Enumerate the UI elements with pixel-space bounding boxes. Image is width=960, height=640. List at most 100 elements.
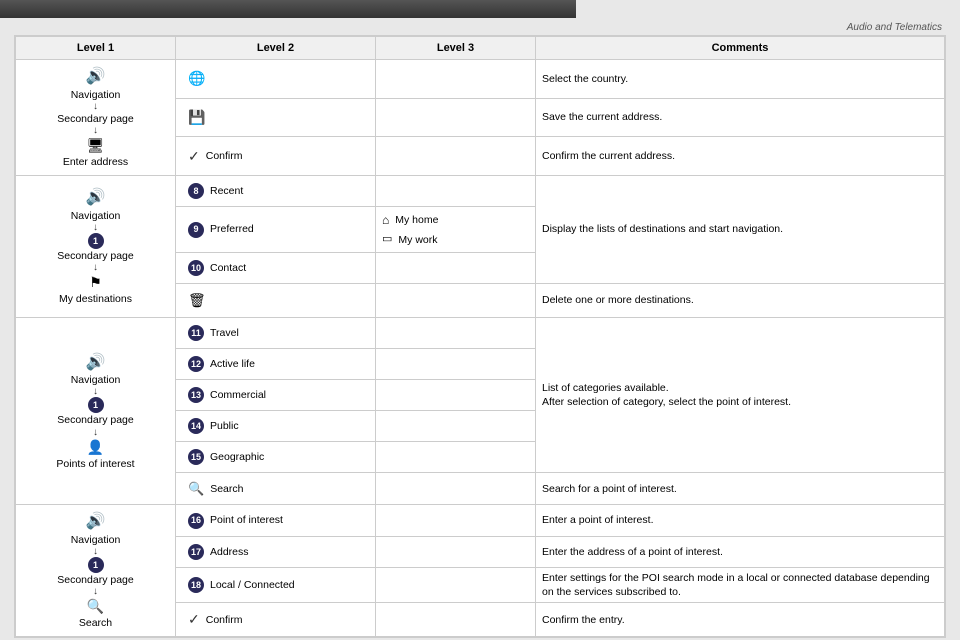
nav-label-3: Navigation bbox=[71, 373, 121, 387]
search-loop-icon: 🔍 bbox=[188, 480, 204, 498]
level2-address-search: 17 Address bbox=[176, 536, 376, 567]
level2-trash: 🗑 bbox=[176, 284, 376, 318]
comment-confirm-addr: Confirm the current address. bbox=[536, 137, 945, 176]
comment-address-enter: Enter the address of a point of interest… bbox=[536, 536, 945, 567]
level2-confirm-1: ✓ Confirm bbox=[176, 137, 376, 176]
secondary-label-1: Secondary page bbox=[57, 112, 133, 126]
arrow-icon-2: ↓ bbox=[93, 126, 98, 136]
level2-public: 14 Public bbox=[176, 410, 376, 441]
badge-12: 12 bbox=[188, 356, 204, 372]
badge-16: 16 bbox=[188, 513, 204, 529]
comment-delete: Delete one or more destinations. bbox=[536, 284, 945, 318]
level3-empty-13 bbox=[376, 505, 536, 536]
level2-travel: 11 Travel bbox=[176, 317, 376, 348]
nav-icon-2: 🔊 bbox=[86, 187, 106, 209]
arrow-icon-5: ↓ bbox=[93, 387, 98, 397]
level3-empty-1 bbox=[376, 60, 536, 99]
level3-empty-7 bbox=[376, 317, 536, 348]
table-row: 🔊 Navigation ↓ 1 Secondary page ↓ 👤 Poin… bbox=[16, 317, 945, 348]
arrow-icon-6: ↓ bbox=[93, 428, 98, 438]
confirm-check-icon-2: ✓ bbox=[188, 610, 200, 629]
nav-icon-1: 🔊 bbox=[86, 66, 106, 88]
badge-icon-2: 1 bbox=[88, 233, 104, 249]
comment-categories: List of categories available.After selec… bbox=[536, 317, 945, 472]
level2-geographic: 15 Geographic bbox=[176, 441, 376, 472]
level3-myhome: ⌂ My home bbox=[382, 210, 529, 230]
preferred-label: Preferred bbox=[210, 222, 254, 236]
nav-label-2: Navigation bbox=[71, 209, 121, 223]
badge-18: 18 bbox=[188, 577, 204, 593]
level3-empty-6 bbox=[376, 284, 536, 318]
level2-search-poi: 🔍 Search bbox=[176, 472, 376, 505]
arrow-icon-8: ↓ bbox=[93, 587, 98, 597]
arrow-icon-4: ↓ bbox=[93, 263, 98, 273]
home-icon: ⌂ bbox=[382, 212, 389, 228]
badge-icon-3: 1 bbox=[88, 397, 104, 413]
geographic-label: Geographic bbox=[210, 450, 264, 464]
contact-label: Contact bbox=[210, 261, 246, 275]
confirm-label-1: Confirm bbox=[206, 149, 243, 163]
level1-nav-search: 🔊 Navigation ↓ 1 Secondary page ↓ 🔍 Sear… bbox=[20, 511, 171, 630]
myhome-label: My home bbox=[395, 213, 438, 227]
comment-confirm-entry: Confirm the entry. bbox=[536, 603, 945, 637]
level2-country: 🌐 bbox=[176, 60, 376, 99]
recent-label: Recent bbox=[210, 184, 243, 198]
table-row: 🔊 Navigation ↓ 1 Secondary page ↓ ⚑ My d… bbox=[16, 176, 945, 207]
local-connected-label: Local / Connected bbox=[210, 578, 295, 592]
save-icon: 💾 bbox=[188, 108, 205, 127]
badge-14: 14 bbox=[188, 418, 204, 434]
level2-save: 💾 bbox=[176, 98, 376, 137]
level1-nav-poi: 🔊 Navigation ↓ 1 Secondary page ↓ 👤 Poin… bbox=[20, 352, 171, 471]
commercial-label: Commercial bbox=[210, 388, 266, 402]
level3-empty-11 bbox=[376, 441, 536, 472]
secondary-label-3: Secondary page bbox=[57, 413, 133, 427]
nav-icon-3: 🔊 bbox=[86, 352, 106, 374]
arrow-icon-3: ↓ bbox=[93, 223, 98, 233]
travel-label: Travel bbox=[210, 326, 239, 340]
level2-commercial: 13 Commercial bbox=[176, 379, 376, 410]
level2-contact: 10 Contact bbox=[176, 253, 376, 284]
secondary-label-2: Secondary page bbox=[57, 249, 133, 263]
poi-label: Points of interest bbox=[56, 457, 134, 471]
public-label: Public bbox=[210, 419, 239, 433]
level2-recent: 8 Recent bbox=[176, 176, 376, 207]
level3-empty-4 bbox=[376, 176, 536, 207]
level3-empty-10 bbox=[376, 410, 536, 441]
level3-empty-16 bbox=[376, 603, 536, 637]
comment-country: Select the country. bbox=[536, 60, 945, 99]
level3-empty-12 bbox=[376, 472, 536, 505]
level2-confirm-final: ✓ Confirm bbox=[176, 603, 376, 637]
comment-destinations: Display the lists of destinations and st… bbox=[536, 176, 945, 284]
secondary-label-4: Secondary page bbox=[57, 573, 133, 587]
comment-local-connected: Enter settings for the POI search mode i… bbox=[536, 567, 945, 603]
search-label: Search bbox=[79, 616, 112, 630]
confirm-final-label: Confirm bbox=[206, 613, 243, 627]
work-icon: ▭ bbox=[382, 232, 392, 247]
level3-empty-3 bbox=[376, 137, 536, 176]
badge-10: 10 bbox=[188, 260, 204, 276]
mywork-label: My work bbox=[398, 233, 437, 247]
badge-9: 9 bbox=[188, 222, 204, 238]
nav-label-4: Navigation bbox=[71, 533, 121, 547]
level3-empty-14 bbox=[376, 536, 536, 567]
poi-search-label: Point of interest bbox=[210, 513, 283, 527]
search-poi-label: Search bbox=[210, 482, 243, 496]
level2-preferred: 9 Preferred bbox=[176, 207, 376, 253]
level1-nav-enter: 🔊 Navigation ↓ Secondary page ↓ 🖥 Enter … bbox=[20, 66, 171, 169]
activelife-label: Active life bbox=[210, 357, 255, 371]
page-title: Audio and Telematics bbox=[847, 22, 942, 33]
nav-icon-4: 🔊 bbox=[86, 511, 106, 533]
poi-icon: 👤 bbox=[87, 438, 104, 457]
enter-label-1: Enter address bbox=[63, 155, 128, 169]
level1-nav-dest: 🔊 Navigation ↓ 1 Secondary page ↓ ⚑ My d… bbox=[20, 187, 171, 306]
badge-15: 15 bbox=[188, 449, 204, 465]
col-header-level3: Level 3 bbox=[376, 37, 536, 60]
trash-icon: 🗑 bbox=[188, 291, 206, 310]
nav-label-1: Navigation bbox=[71, 88, 121, 102]
level3-mywork: ▭ My work bbox=[382, 230, 529, 249]
comment-poi-enter: Enter a point of interest. bbox=[536, 505, 945, 536]
col-header-comments: Comments bbox=[536, 37, 945, 60]
flag-icon: ⚑ bbox=[89, 273, 102, 292]
arrow-icon-1: ↓ bbox=[93, 102, 98, 112]
badge-icon-4: 1 bbox=[88, 557, 104, 573]
